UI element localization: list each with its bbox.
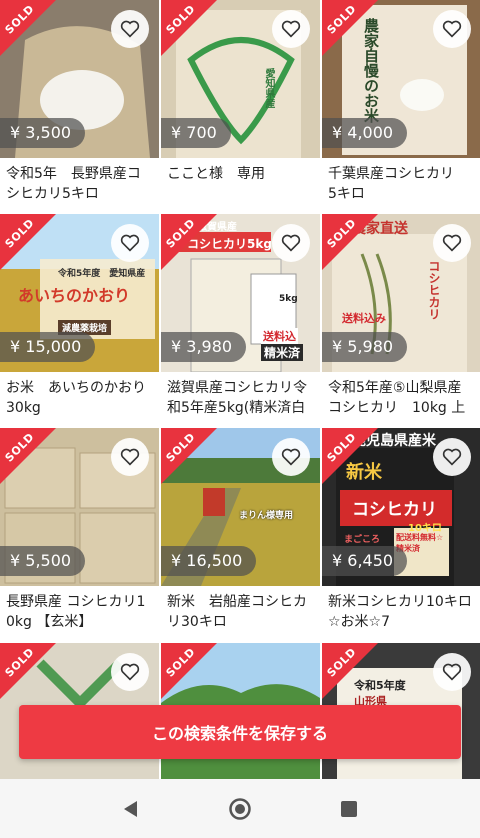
product-card[interactable]: SOLD ¥ 5,500 長野県産 コシヒカリ10kg 【玄米】	[0, 428, 159, 632]
heart-icon	[442, 20, 462, 38]
product-card[interactable]: 鹿児島県産米 新米 コシヒカリ 10キロ まごころ 配送料無料☆精米済 SOLD…	[322, 428, 480, 632]
like-button[interactable]	[111, 438, 149, 476]
image-caption: 送料込み	[342, 312, 386, 325]
product-card[interactable]: SOLD ¥ 3,500 令和5年 長野県産コシヒカリ5キロ	[0, 0, 159, 204]
price-tag: ¥ 15,000	[0, 332, 96, 362]
product-title[interactable]: 千葉県産コシヒカリ 5キロ	[328, 164, 475, 204]
image-caption: 精米済	[261, 344, 304, 361]
heart-icon	[281, 20, 301, 38]
image-caption: 令和5年度 愛知県産	[58, 269, 146, 279]
product-title[interactable]: 令和5年産⑤山梨県産コシヒカリ 10kg 上白米	[328, 378, 475, 418]
price-tag: ¥ 3,500	[0, 118, 86, 148]
system-navigation-bar	[0, 779, 480, 838]
back-button[interactable]	[119, 798, 141, 820]
like-button[interactable]	[272, 224, 310, 262]
heart-icon	[442, 234, 462, 252]
product-image[interactable]: 滋賀県産 コシヒカリ5kg 5kg 送料込 精米済 SOLD ¥ 3,980	[161, 214, 320, 372]
product-title[interactable]: 長野県産 コシヒカリ10kg 【玄米】	[6, 592, 153, 632]
product-card[interactable]: まりん様専用 SOLD ¥ 16,500 新米 岩船産コシヒカリ30キロ	[161, 428, 320, 632]
product-image[interactable]: SOLD ¥ 5,500	[0, 428, 159, 586]
home-circle-icon	[229, 798, 251, 820]
product-image[interactable]: 農家自慢のお米 SOLD ¥ 4,000	[322, 0, 480, 158]
product-card[interactable]: 農家直送 送料込み コシヒカリ SOLD ¥ 5,980 令和5年産⑤山梨県産コ…	[322, 214, 480, 418]
product-card[interactable]: 令和5年度 愛知県産 あいちのかおり 減農薬栽培 SOLD ¥ 15,000 お…	[0, 214, 159, 418]
bag-label: 愛知県産	[263, 68, 274, 108]
like-button[interactable]	[272, 438, 310, 476]
product-title[interactable]: 新米コシヒカリ10キロ☆お米☆7	[328, 592, 475, 632]
product-card[interactable]: 滋賀県産 コシヒカリ5kg 5kg 送料込 精米済 SOLD ¥ 3,980 滋…	[161, 214, 320, 418]
product-image[interactable]: 令和5年度 愛知県産 あいちのかおり 減農薬栽培 SOLD ¥ 15,000	[0, 214, 159, 372]
image-caption: まりん様専用	[239, 511, 294, 521]
save-search-button[interactable]: この検索条件を保存する	[19, 705, 461, 759]
product-image[interactable]: 鹿児島県産米 新米 コシヒカリ 10キロ まごころ 配送料無料☆精米済 SOLD…	[322, 428, 480, 586]
heart-icon	[120, 448, 140, 466]
product-image[interactable]: 農家直送 送料込み コシヒカリ SOLD ¥ 5,980	[322, 214, 480, 372]
heart-icon	[442, 448, 462, 466]
product-title[interactable]: ここと様 専用	[167, 164, 314, 204]
price-tag: ¥ 700	[161, 118, 231, 148]
image-caption: コシヒカリ	[427, 260, 441, 320]
image-caption: あいちのかおり	[18, 286, 131, 305]
image-caption: 5kg	[279, 294, 298, 304]
price-tag: ¥ 5,980	[322, 332, 408, 362]
heart-icon	[120, 663, 140, 681]
price-tag: ¥ 4,000	[322, 118, 408, 148]
like-button[interactable]	[111, 653, 149, 691]
like-button[interactable]	[433, 438, 471, 476]
back-triangle-icon	[124, 801, 137, 817]
product-image[interactable]: SOLD ¥ 3,500	[0, 0, 159, 158]
heart-icon	[281, 448, 301, 466]
like-button[interactable]	[111, 224, 149, 262]
product-card[interactable]: 愛知県産 SOLD ¥ 700 ここと様 専用	[161, 0, 320, 204]
recents-button[interactable]	[338, 798, 360, 820]
like-button[interactable]	[272, 10, 310, 48]
like-button[interactable]	[433, 10, 471, 48]
like-button[interactable]	[111, 10, 149, 48]
product-image[interactable]: まりん様専用 SOLD ¥ 16,500	[161, 428, 320, 586]
like-button[interactable]	[433, 653, 471, 691]
home-button[interactable]	[229, 798, 251, 820]
product-card[interactable]: 農家自慢のお米 SOLD ¥ 4,000 千葉県産コシヒカリ 5キロ	[322, 0, 480, 204]
price-tag: ¥ 5,500	[0, 546, 86, 576]
heart-icon	[120, 20, 140, 38]
image-caption: コシヒカリ	[352, 500, 437, 520]
product-title[interactable]: お米 あいちのかおり30kg	[6, 378, 153, 418]
product-title[interactable]: 滋賀県産コシヒカリ令和5年産5kg(精米済白米5...	[167, 378, 314, 418]
product-title[interactable]: 令和5年 長野県産コシヒカリ5キロ	[6, 164, 153, 204]
heart-icon	[281, 234, 301, 252]
price-tag: ¥ 16,500	[161, 546, 257, 576]
product-image[interactable]: 愛知県産 SOLD ¥ 700	[161, 0, 320, 158]
image-caption: まごころ	[344, 535, 381, 545]
like-button[interactable]	[433, 224, 471, 262]
image-caption: 送料込	[261, 328, 298, 344]
price-tag: ¥ 3,980	[161, 332, 247, 362]
recents-square-icon	[341, 801, 357, 817]
heart-icon	[120, 234, 140, 252]
heart-icon	[442, 663, 462, 681]
price-tag: ¥ 6,450	[322, 546, 408, 576]
product-title[interactable]: 新米 岩船産コシヒカリ30キロ	[167, 592, 314, 632]
